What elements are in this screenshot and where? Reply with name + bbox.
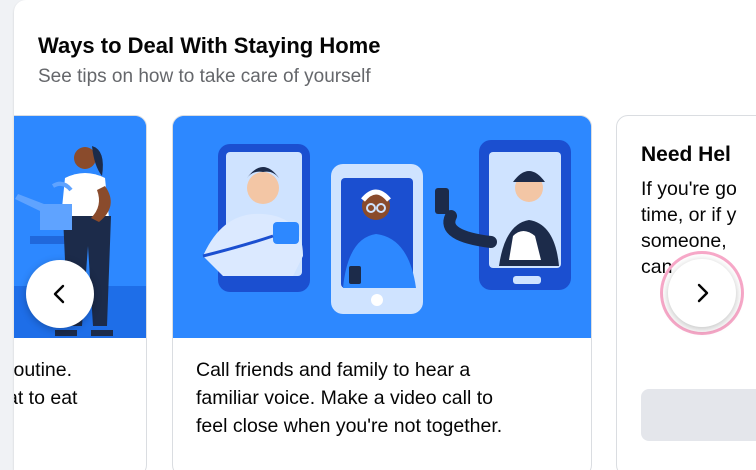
card-action-button[interactable]	[641, 389, 756, 441]
video-call-illustration	[173, 116, 591, 338]
next-button[interactable]	[668, 259, 736, 327]
card-text: Call friends and family to hear a famili…	[196, 359, 503, 437]
previous-button[interactable]	[26, 260, 94, 328]
tips-panel: Ways to Deal With Staying Home See tips …	[14, 0, 756, 470]
chevron-left-icon	[53, 284, 65, 304]
chevron-right-icon	[697, 283, 709, 303]
card-title: Need Hel	[641, 143, 731, 166]
section-title: Ways to Deal With Staying Home	[38, 33, 381, 58]
card-text: routine. at to eat	[14, 359, 78, 409]
card-illustration	[173, 116, 591, 338]
tip-card-call-friends[interactable]: Call friends and family to hear a famili…	[172, 115, 592, 470]
section-subtitle: See tips on how to take care of yourself	[38, 66, 371, 87]
